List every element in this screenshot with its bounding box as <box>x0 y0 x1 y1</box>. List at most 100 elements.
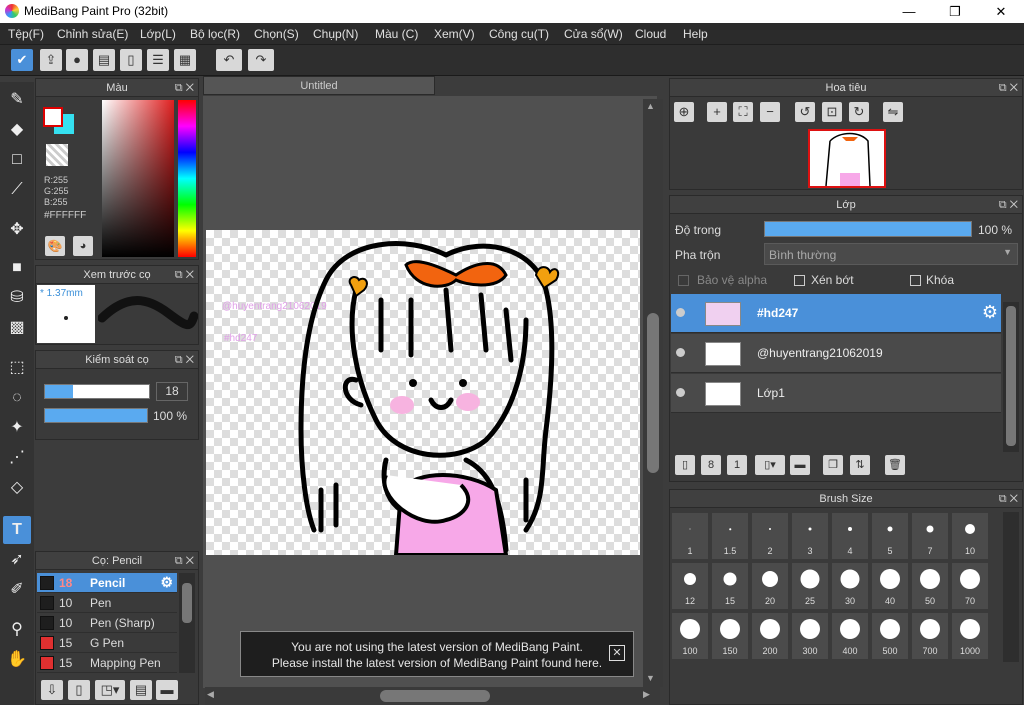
primary-color-swatch[interactable] <box>43 107 63 127</box>
panel-controls-icon[interactable]: ⧉ ✕ <box>999 490 1018 508</box>
brush-list-item[interactable]: 15 Mapping Pen <box>37 653 177 673</box>
brush-size-cell[interactable]: 15 <box>711 562 749 610</box>
layer-opacity-slider[interactable] <box>764 221 972 237</box>
flip-icon[interactable]: ⇋ <box>883 102 903 122</box>
speech-icon[interactable]: ▤ <box>93 49 115 71</box>
reset-view-icon[interactable]: ⊡ <box>822 102 842 122</box>
layer-list-scrollbar[interactable] <box>1003 302 1019 452</box>
panel-controls-icon[interactable]: ⧉ ✕ <box>175 79 194 97</box>
menu-help[interactable]: Help <box>683 27 708 41</box>
brush-size-cell[interactable]: 300 <box>791 612 829 660</box>
zoom-fit-icon[interactable]: ⊕ <box>674 102 694 122</box>
brush-list-item[interactable]: 18 Pencil ⚙ <box>37 573 177 593</box>
brush-size-value[interactable]: 18 <box>156 382 188 401</box>
rotate-left-icon[interactable]: ↺ <box>795 102 815 122</box>
lasso-tool-icon[interactable]: ◌ <box>3 384 31 412</box>
brush-folder-icon[interactable]: ▬ <box>156 680 178 700</box>
eraser-tool-icon[interactable]: ◆ <box>3 116 31 144</box>
brush-size-cell[interactable]: 1 <box>671 512 709 560</box>
brush-list-item[interactable]: 15 G Pen <box>37 633 177 653</box>
hue-slider[interactable] <box>178 100 196 257</box>
panel-controls-icon[interactable]: ⧉ ✕ <box>175 266 194 284</box>
brush-size-cell[interactable]: 1000 <box>951 612 989 660</box>
update-notice[interactable]: You are not using the latest version of … <box>240 631 634 677</box>
new-halftone-layer-icon[interactable]: 8 <box>701 455 721 475</box>
brush-size-slider[interactable] <box>44 384 150 399</box>
grid-icon[interactable]: ▦ <box>174 49 196 71</box>
menu-file[interactable]: Tệp(F) <box>8 27 44 41</box>
brush-size-cell[interactable]: 200 <box>751 612 789 660</box>
operation-tool-icon[interactable]: ➶ <box>3 546 31 574</box>
menu-select[interactable]: Chọn(S) <box>254 27 299 41</box>
redo-button[interactable]: ↷ <box>248 49 274 71</box>
panel-controls-icon[interactable]: ⧉ ✕ <box>175 351 194 369</box>
duplicate-layer-icon[interactable]: ❐ <box>823 455 843 475</box>
brush-settings-gear-icon[interactable]: ⚙ <box>160 574 173 591</box>
palette-icon[interactable]: 🎨 <box>45 236 65 256</box>
brush-size-cell[interactable]: 10 <box>951 512 989 560</box>
list-icon[interactable]: ☰ <box>147 49 169 71</box>
layer-row[interactable]: @huyentrang21062019 <box>671 334 1001 373</box>
brush-settings-icon[interactable]: ▤ <box>130 680 152 700</box>
brush-size-cell[interactable]: 30 <box>831 562 869 610</box>
fit-window-icon[interactable]: ⛶ <box>733 102 753 122</box>
new-layer-icon[interactable]: ▯ <box>675 455 695 475</box>
brush-size-cell[interactable]: 1.5 <box>711 512 749 560</box>
dot-brush-tool-icon[interactable]: ⟋ <box>3 176 31 204</box>
magic-wand-tool-icon[interactable]: ✦ <box>3 414 31 442</box>
clip-checkbox[interactable] <box>794 275 805 286</box>
bucket-tool-icon[interactable]: ⛁ <box>3 284 31 312</box>
layer-row[interactable]: Lớp1 <box>671 374 1001 413</box>
brush-size-scrollbar[interactable] <box>1003 512 1019 662</box>
brush-list-scrollbar[interactable] <box>179 573 195 673</box>
menu-cloud[interactable]: Cloud <box>635 27 666 41</box>
brush-size-cell[interactable]: 20 <box>751 562 789 610</box>
menu-view[interactable]: Xem(V) <box>434 27 475 41</box>
document-icon[interactable]: ▯ <box>120 49 142 71</box>
brush-size-cell[interactable]: 5 <box>871 512 909 560</box>
brush-size-cell[interactable]: 7 <box>911 512 949 560</box>
layer-folder-icon[interactable]: ▬ <box>790 455 810 475</box>
brush-size-cell[interactable]: 500 <box>871 612 909 660</box>
color-set-icon[interactable]: ◕ <box>73 236 93 256</box>
brush-size-cell[interactable]: 25 <box>791 562 829 610</box>
panel-controls-icon[interactable]: ⧉ ✕ <box>999 196 1018 214</box>
menu-color[interactable]: Màu (C) <box>375 27 418 41</box>
brush-size-cell[interactable]: 12 <box>671 562 709 610</box>
brush-size-cell[interactable]: 100 <box>671 612 709 660</box>
add-brush-menu-icon[interactable]: ◳▾ <box>95 680 125 700</box>
protect-alpha-checkbox[interactable] <box>678 275 689 286</box>
select-eraser-tool-icon[interactable]: ◇ <box>3 474 31 502</box>
check-icon[interactable]: ✔ <box>11 49 33 71</box>
hand-tool-icon[interactable]: ✋ <box>3 646 31 674</box>
visibility-icon[interactable] <box>676 388 685 397</box>
fill-rect-tool-icon[interactable]: ■ <box>3 254 31 282</box>
navigator-thumbnail[interactable] <box>808 129 886 188</box>
canvas-horizontal-scrollbar[interactable]: ◀ ▶ <box>205 687 660 705</box>
menu-window[interactable]: Cửa sổ(W) <box>564 27 623 41</box>
brush-list-item[interactable]: 10 Pen (Sharp) <box>37 613 177 633</box>
comment-icon[interactable]: ● <box>66 49 88 71</box>
brush-size-cell[interactable]: 4 <box>831 512 869 560</box>
brush-size-cell[interactable]: 2 <box>751 512 789 560</box>
text-tool-icon[interactable]: T <box>3 516 31 544</box>
menu-capture[interactable]: Chụp(N) <box>313 27 358 41</box>
brush-tool-icon[interactable]: ✎ <box>3 86 31 114</box>
rotate-right-icon[interactable]: ↻ <box>849 102 869 122</box>
merge-layer-icon[interactable]: ⇅ <box>850 455 870 475</box>
notice-close-icon[interactable]: ✕ <box>609 645 625 661</box>
panel-controls-icon[interactable]: ⧉ ✕ <box>999 79 1018 97</box>
share-icon[interactable]: ⇪ <box>40 49 62 71</box>
visibility-icon[interactable] <box>676 348 685 357</box>
menu-edit[interactable]: Chỉnh sửa(E) <box>57 27 128 41</box>
panel-controls-icon[interactable]: ⧉ ✕ <box>175 552 194 570</box>
rect-select-tool-icon[interactable]: ⬚ <box>3 354 31 382</box>
close-button[interactable]: ✕ <box>978 0 1024 23</box>
new-1bit-layer-icon[interactable]: 1 <box>727 455 747 475</box>
rectangle-tool-icon[interactable]: □ <box>3 146 31 174</box>
menu-filter[interactable]: Bộ lọc(R) <box>190 27 240 41</box>
visibility-icon[interactable] <box>676 308 685 317</box>
brush-size-cell[interactable]: 50 <box>911 562 949 610</box>
lock-checkbox[interactable] <box>910 275 921 286</box>
eyedropper-tool-icon[interactable]: ⚲ <box>3 616 31 644</box>
